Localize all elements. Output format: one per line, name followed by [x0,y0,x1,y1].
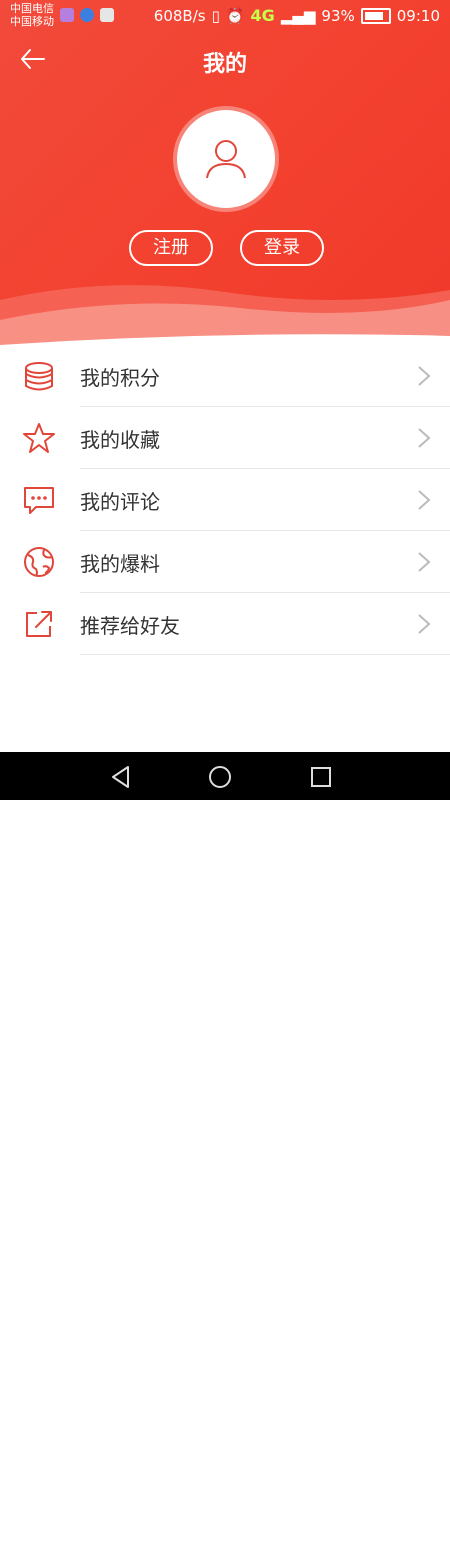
comment-bubble-icon [24,487,54,514]
star-icon [23,423,55,453]
system-nav-bar: QQTF.COM [0,752,450,1549]
app-notification-icon [100,8,114,22]
carrier-1: 中国电信 [10,2,54,15]
chevron-right-icon [418,490,431,510]
chevron-right-icon [418,614,431,634]
user-icon [206,140,246,179]
profile-header: 中国电信 中国移动 608B/s ▯ ⏰ 4G ▂▄▆ 93% 09:10 我的 [0,0,450,345]
menu-item-share[interactable]: 推荐给好友 [0,593,450,655]
nav-bar: 我的 [0,36,450,84]
alarm-icon: ⏰ [225,6,245,25]
register-button[interactable]: 注册 [129,230,213,266]
header-wave [0,285,450,345]
battery-percent: 93% [321,6,355,25]
profile-menu: 我的积分 我的收藏 我的评论 我的爆料 推荐给好友 [0,345,450,655]
back-triangle-icon[interactable] [108,764,134,790]
network-type: 4G [250,6,275,25]
status-bar: 中国电信 中国移动 608B/s ▯ ⏰ 4G ▂▄▆ 93% 09:10 [0,0,450,34]
menu-item-label: 我的积分 [80,366,160,390]
globe-icon [24,547,54,577]
watermark: QQTF.COM [389,1538,442,1549]
avatar[interactable] [177,110,275,208]
chevron-right-icon [418,366,431,386]
chevron-right-icon [418,428,431,448]
recents-square-icon[interactable] [308,764,334,790]
menu-item-points[interactable]: 我的积分 [0,345,450,407]
menu-item-label: 推荐给好友 [80,614,180,638]
home-circle-icon[interactable] [207,764,233,790]
menu-item-label: 我的收藏 [80,428,160,452]
clock: 09:10 [396,6,440,25]
signal-icon: ▂▄▆ [280,6,316,25]
net-speed: 608B/s [153,6,206,25]
menu-item-tips[interactable]: 我的爆料 [0,531,450,593]
battery-icon [360,7,391,24]
menu-item-label: 我的评论 [80,490,160,514]
login-button[interactable]: 登录 [240,230,324,266]
menu-item-label: 我的爆料 [80,552,160,576]
coins-stack-icon [25,362,53,391]
menu-item-comments[interactable]: 我的评论 [0,469,450,531]
app-notification-icon [80,8,94,22]
divider [80,654,450,655]
carrier-2: 中国移动 [10,15,54,28]
vibrate-icon: ▯ [211,6,220,25]
page-title: 我的 [202,52,247,77]
app-notification-icon [60,8,74,22]
share-external-icon [26,611,52,637]
menu-item-favorites[interactable]: 我的收藏 [0,407,450,469]
chevron-right-icon [418,552,431,572]
notification-icons [60,8,114,22]
